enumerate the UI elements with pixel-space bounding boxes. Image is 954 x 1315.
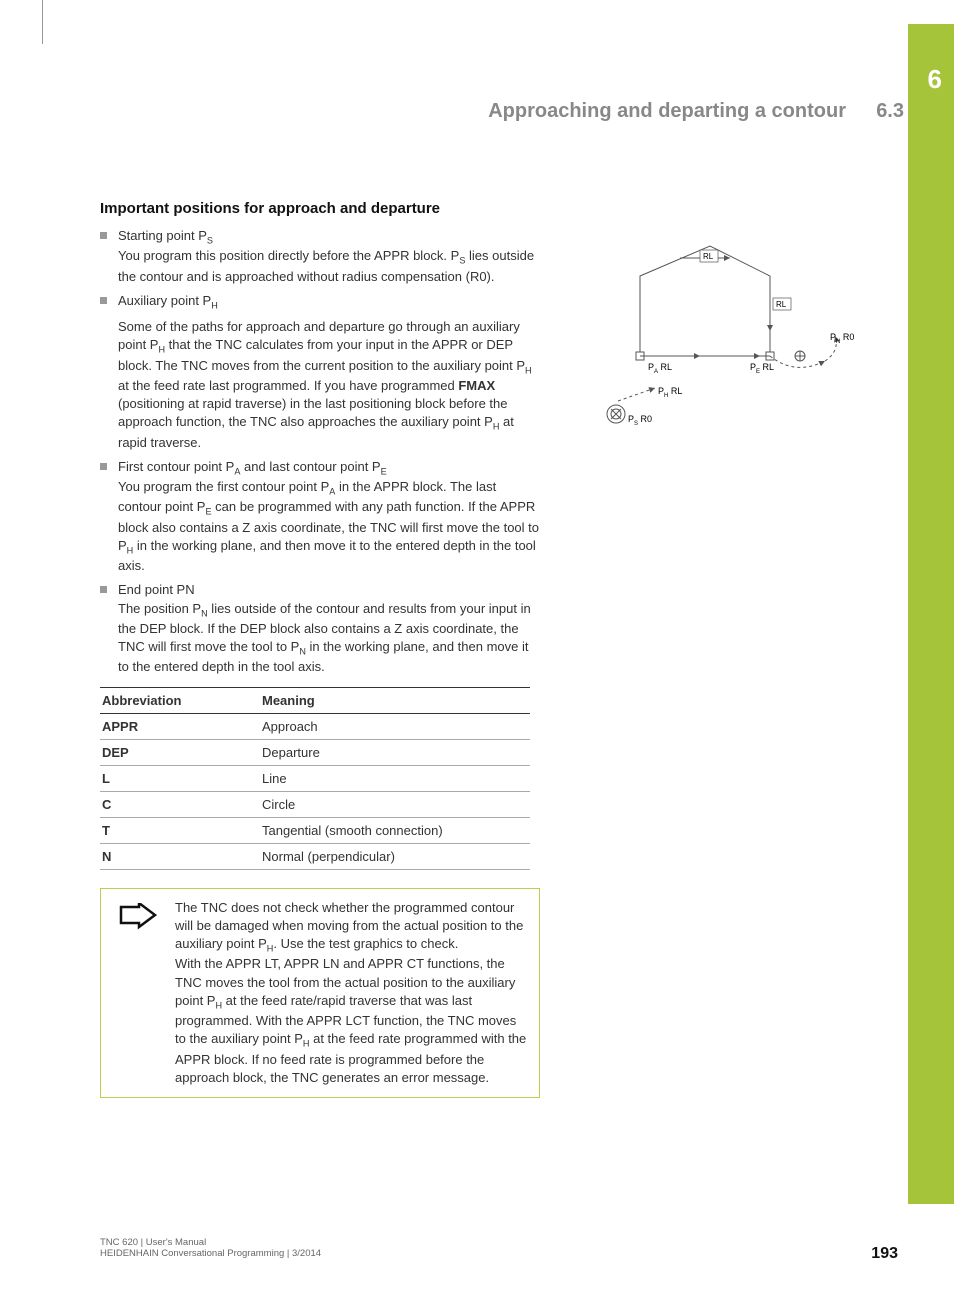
fig-rl-top: RL <box>703 252 714 261</box>
contour-figure: RL RL PA RL PE RL PN R0 PH RL <box>600 236 870 436</box>
table-row: LLine <box>100 765 530 791</box>
arrow-right-icon <box>113 899 161 1087</box>
crop-mark <box>42 0 43 44</box>
sub-heading: Important positions for approach and dep… <box>100 200 860 217</box>
list-title: Starting point PS <box>118 228 213 243</box>
fig-rl-right: RL <box>776 300 787 309</box>
list-body: You program this position directly befor… <box>118 247 540 286</box>
bullet-list: Starting point PS You program this posit… <box>100 227 540 677</box>
page-footer: TNC 620 | User's Manual HEIDENHAIN Conve… <box>100 1237 898 1259</box>
header-section: 6.3 <box>876 100 904 123</box>
list-body: Some of the paths for approach and depar… <box>118 318 540 452</box>
table-row: CCircle <box>100 791 530 817</box>
table-row: NNormal (perpendicular) <box>100 843 530 869</box>
footer-line2: HEIDENHAIN Conversational Programming | … <box>100 1248 898 1259</box>
table-row: APPRApproach <box>100 713 530 739</box>
page-header: Approaching and departing a contour 6.3 <box>100 100 954 136</box>
list-title: Auxiliary point PH <box>118 293 218 308</box>
list-item: Starting point PS You program this posit… <box>100 227 540 286</box>
list-title: First contour point PA and last contour … <box>118 459 387 474</box>
fig-pe-label: PE RL <box>750 362 774 375</box>
list-body: You program the first contour point PA i… <box>118 478 540 575</box>
list-title: End point PN <box>118 582 195 597</box>
note-box: The TNC does not check whether the progr… <box>100 888 540 1098</box>
table-row: TTangential (smooth connection) <box>100 817 530 843</box>
fig-pn-label: PN R0 <box>830 332 854 345</box>
abbreviation-table: Abbreviation Meaning APPRApproach DEPDep… <box>100 687 530 870</box>
footer-line1: TNC 620 | User's Manual <box>100 1237 898 1248</box>
list-body: The position PN lies outside of the cont… <box>118 600 540 677</box>
col-head-meaning: Meaning <box>260 687 530 713</box>
table-row: DEPDeparture <box>100 739 530 765</box>
note-content: The TNC does not check whether the progr… <box>175 899 527 1087</box>
col-head-abbrev: Abbreviation <box>100 687 260 713</box>
chapter-number: 6 <box>928 64 942 95</box>
list-item: End point PN The position PN lies outsid… <box>100 581 540 676</box>
chapter-tab <box>908 24 954 1204</box>
header-title: Approaching and departing a contour <box>488 100 846 123</box>
fig-ps-label: PS R0 <box>628 414 652 427</box>
list-item: Auxiliary point PH Some of the paths for… <box>100 292 540 452</box>
content-region: Important positions for approach and dep… <box>100 200 860 1098</box>
list-item: First contour point PA and last contour … <box>100 458 540 576</box>
fig-ph-label: PH RL <box>658 386 682 399</box>
page-number: 193 <box>871 1245 898 1263</box>
fig-pa-label: PA RL <box>648 362 672 375</box>
